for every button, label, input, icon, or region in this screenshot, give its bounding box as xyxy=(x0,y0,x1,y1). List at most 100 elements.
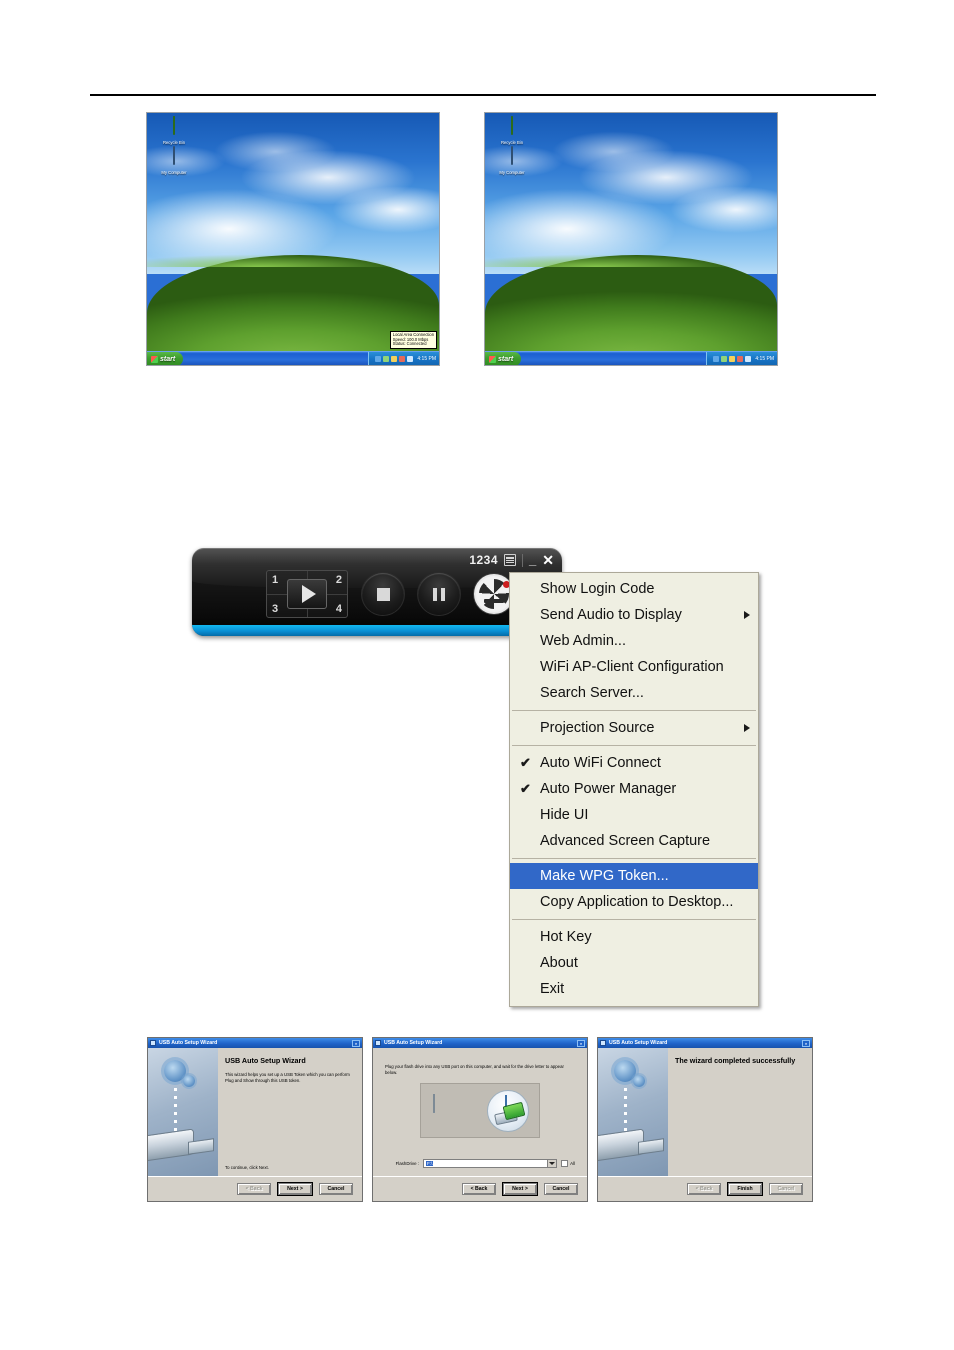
wizard-heading: The wizard completed successfully xyxy=(675,1056,796,1065)
widget-titlebar: 1234 _ ✕ xyxy=(469,553,554,567)
stop-button[interactable] xyxy=(362,573,404,615)
system-tray[interactable]: 4:15 PM xyxy=(706,352,777,365)
menu-item-label: Auto Power Manager xyxy=(540,781,677,797)
desktop-icon-recycle-bin[interactable]: Recycle Bin xyxy=(489,116,535,145)
tray-shield-icon[interactable] xyxy=(391,356,398,362)
wpg-remote-control-widget[interactable]: 1234 _ ✕ 1 2 3 4 xyxy=(192,548,562,636)
cancel-button[interactable]: Cancel xyxy=(319,1183,353,1195)
minimize-button[interactable]: _ xyxy=(529,553,536,566)
system-tray[interactable]: 4:15 PM xyxy=(368,352,439,365)
windows-flag-icon xyxy=(489,355,496,363)
menu-item-copy-application-to-desktop[interactable]: Copy Application to Desktop... xyxy=(510,889,758,915)
desktop-icon-label: My Computer xyxy=(499,170,525,175)
quadrant-3-button[interactable]: 3 xyxy=(272,603,278,615)
menu-item-label: Web Admin... xyxy=(540,633,626,649)
wizard-description: This wizard helps you set up a USB Token… xyxy=(225,1072,350,1083)
menu-item-advanced-screen-capture[interactable]: Advanced Screen Capture xyxy=(510,828,758,854)
tray-alert-icon[interactable] xyxy=(737,356,744,362)
wizard-footer: < Back Finish Cancel xyxy=(598,1176,812,1201)
menu-item-auto-power-manager[interactable]: ✔ Auto Power Manager xyxy=(510,776,758,802)
tray-network-icon[interactable] xyxy=(713,356,720,362)
tray-network-icon[interactable] xyxy=(375,356,382,362)
flashdrive-value: F:\ xyxy=(426,1161,434,1166)
finish-button[interactable]: Finish xyxy=(728,1183,762,1195)
menu-item-about[interactable]: About xyxy=(510,950,758,976)
back-button: < Back xyxy=(237,1183,271,1195)
quadrant-4-button[interactable]: 4 xyxy=(336,603,342,615)
wizard-content: The wizard completed successfully xyxy=(668,1048,812,1176)
all-checkbox[interactable]: All xyxy=(561,1160,575,1167)
wizard-titlebar: USB Auto Setup Wizard × xyxy=(373,1038,587,1048)
usb-auto-setup-wizard-step2[interactable]: USB Auto Setup Wizard × Plug your flash … xyxy=(372,1037,588,1202)
close-button[interactable]: ✕ xyxy=(542,553,554,567)
tray-volume-icon[interactable] xyxy=(745,356,752,362)
cancel-button: Cancel xyxy=(769,1183,803,1195)
wizard-close-button[interactable]: × xyxy=(802,1039,810,1047)
menu-item-wifi-ap-client-configuration[interactable]: WiFi AP-Client Configuration xyxy=(510,654,758,680)
start-button-label: start xyxy=(160,355,176,363)
taskbar-clock[interactable]: 4:15 PM xyxy=(417,356,436,362)
submenu-arrow-icon xyxy=(744,724,750,732)
quadrant-2-button[interactable]: 2 xyxy=(336,574,342,586)
menu-item-send-audio-to-display[interactable]: Send Audio to Display xyxy=(510,602,758,628)
checkbox-box[interactable] xyxy=(561,1160,569,1167)
menu-item-show-login-code[interactable]: Show Login Code xyxy=(510,576,758,602)
menu-item-label: Projection Source xyxy=(540,720,655,736)
wizard-sidebar-graphic xyxy=(598,1048,668,1176)
tray-volume-icon[interactable] xyxy=(407,356,414,362)
widget-context-menu[interactable]: Show Login Code Send Audio to Display Web … xyxy=(509,572,759,1007)
tooltip-line-3: Status: Connected xyxy=(392,341,427,347)
next-button[interactable]: Next > xyxy=(503,1183,537,1195)
tray-alert-icon[interactable] xyxy=(399,356,406,362)
tray-app-icon[interactable] xyxy=(383,356,390,362)
cancel-button[interactable]: Cancel xyxy=(544,1183,578,1195)
chevron-down-icon[interactable] xyxy=(547,1160,557,1167)
menu-item-hide-ui[interactable]: Hide UI xyxy=(510,802,758,828)
wizard-close-button[interactable]: × xyxy=(352,1039,360,1047)
gear-icon xyxy=(614,1060,645,1087)
usb-auto-setup-wizard-step3[interactable]: USB Auto Setup Wizard × The wizard compl… xyxy=(597,1037,813,1202)
menu-item-search-server[interactable]: Search Server... xyxy=(510,680,758,706)
tray-shield-icon[interactable] xyxy=(729,356,736,362)
menu-item-web-admin[interactable]: Web Admin... xyxy=(510,628,758,654)
wizard-body: The wizard completed successfully xyxy=(598,1048,812,1176)
desktop-icon-label: Recycle Bin xyxy=(162,140,186,145)
flashdrive-field-row: FlashDrive : F:\ All xyxy=(385,1159,575,1168)
wizard-continue-hint: To continue, click Next. xyxy=(225,1165,269,1170)
play-button[interactable] xyxy=(287,579,327,609)
menu-item-label: Search Server... xyxy=(540,685,644,701)
menu-item-label: Make WPG Token... xyxy=(540,868,669,884)
menu-item-hot-key[interactable]: Hot Key xyxy=(510,924,758,950)
desktop-icon-my-computer[interactable]: My Computer xyxy=(489,146,535,175)
taskbar-clock[interactable]: 4:15 PM xyxy=(755,356,774,362)
usb-auto-setup-wizard-step1[interactable]: USB Auto Setup Wizard × USB Auto Setup W… xyxy=(147,1037,363,1202)
my-computer-icon xyxy=(163,146,185,169)
menu-item-exit[interactable]: Exit xyxy=(510,976,758,1002)
tray-app-icon[interactable] xyxy=(721,356,728,362)
projection-quadrant-selector[interactable]: 1 2 3 4 xyxy=(266,570,348,618)
quadrant-1-button[interactable]: 1 xyxy=(272,574,278,586)
laptop-icon xyxy=(433,1094,477,1125)
menu-item-auto-wifi-connect[interactable]: ✔ Auto WiFi Connect xyxy=(510,750,758,776)
menu-item-label: Advanced Screen Capture xyxy=(540,833,711,849)
wizard-close-button[interactable]: × xyxy=(577,1039,585,1047)
projector-settings-button[interactable] xyxy=(474,574,514,614)
wizard-description: Plug your flash drive into any USB port … xyxy=(385,1064,564,1075)
wizard-footer: < Back Next > Cancel xyxy=(373,1176,587,1201)
menu-item-label: WiFi AP-Client Configuration xyxy=(540,659,724,675)
desktop-icon-my-computer[interactable]: My Computer xyxy=(151,146,197,175)
pause-button[interactable] xyxy=(418,573,460,615)
flashdrive-select[interactable]: F:\ xyxy=(423,1159,558,1168)
desktop-icon-recycle-bin[interactable]: Recycle Bin xyxy=(151,116,197,145)
wizard-sidebar-graphic xyxy=(148,1048,218,1176)
start-button[interactable]: start xyxy=(147,352,184,365)
stop-icon xyxy=(376,587,390,601)
next-button[interactable]: Next > xyxy=(278,1183,312,1195)
start-button[interactable]: start xyxy=(485,352,522,365)
menu-icon[interactable] xyxy=(504,554,517,566)
menu-item-projection-source[interactable]: Projection Source xyxy=(510,715,758,741)
menu-item-label: Auto WiFi Connect xyxy=(540,755,661,771)
back-button[interactable]: < Back xyxy=(462,1183,496,1195)
menu-item-make-wpg-token[interactable]: Make WPG Token... xyxy=(510,863,758,889)
page-header-rule xyxy=(90,94,876,96)
